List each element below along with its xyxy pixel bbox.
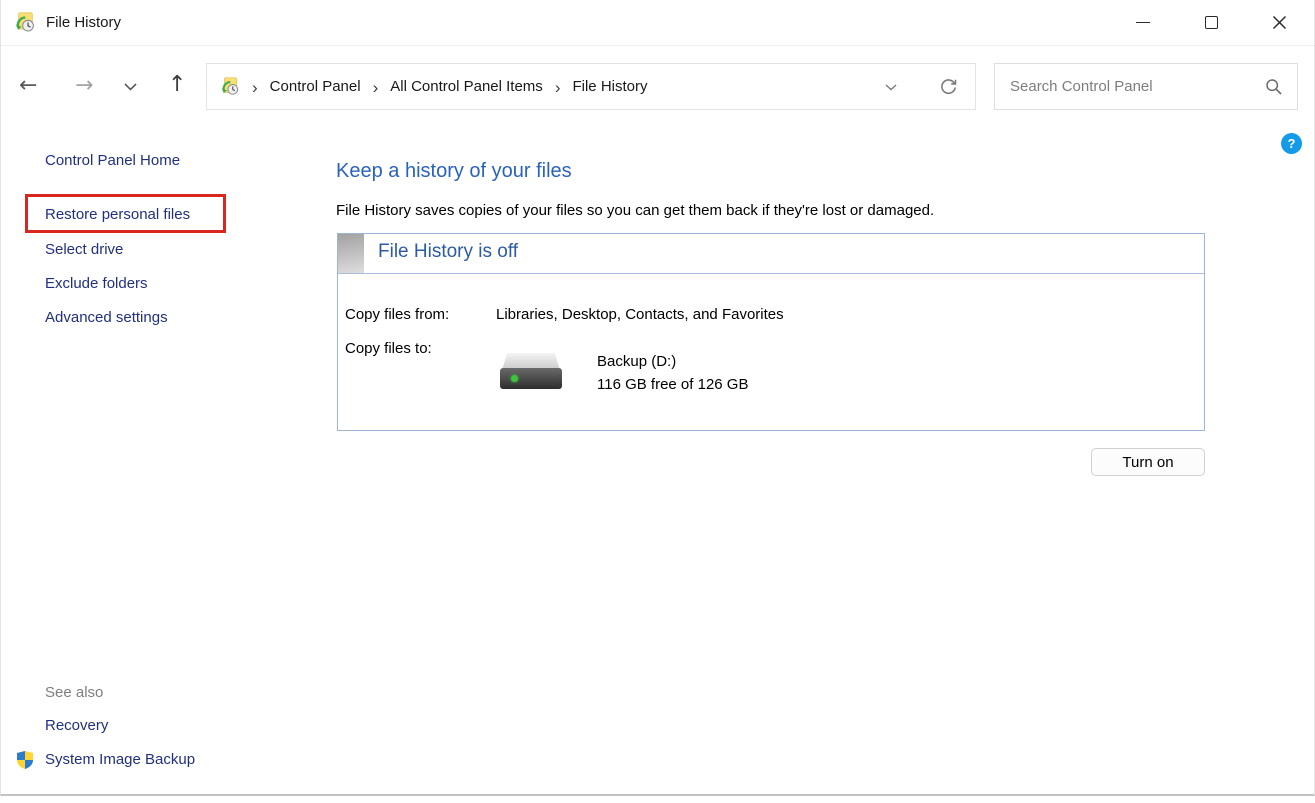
breadcrumb-file-history[interactable]: File History	[572, 78, 647, 95]
panel-corner-decoration	[338, 234, 364, 273]
see-also-heading: See also	[45, 684, 104, 701]
page-description: File History saves copies of your files …	[336, 202, 935, 219]
breadcrumb-control-panel[interactable]: Control Panel	[270, 78, 361, 95]
refresh-icon[interactable]	[937, 76, 959, 98]
close-icon	[1272, 15, 1286, 30]
copy-files-to-label: Copy files to:	[345, 340, 432, 357]
file-history-app-icon	[15, 12, 34, 32]
up-button[interactable]: ↑	[168, 74, 186, 96]
recent-locations-chevron-icon[interactable]	[123, 82, 138, 92]
sidebar-item-system-image-backup[interactable]: System Image Backup	[45, 751, 195, 768]
drive-led-indicator	[511, 375, 518, 382]
window-title: File History	[46, 14, 122, 31]
minimize-icon	[1136, 21, 1150, 24]
sidebar-item-restore-personal-files[interactable]: Restore personal files	[45, 206, 190, 223]
maximize-icon	[1204, 16, 1218, 29]
status-panel-header: File History is off	[338, 234, 1204, 274]
breadcrumb-all-control-panel-items[interactable]: All Control Panel Items	[390, 78, 543, 95]
address-bar[interactable]: › Control Panel › All Control Panel Item…	[206, 63, 976, 110]
sidebar-item-control-panel-home[interactable]: Control Panel Home	[45, 152, 180, 169]
turn-on-button[interactable]: Turn on	[1091, 448, 1205, 476]
address-dropdown-chevron-icon[interactable]	[881, 80, 901, 94]
uac-shield-icon	[17, 751, 33, 769]
hard-drive-body	[500, 368, 562, 389]
search-box	[994, 63, 1298, 110]
breadcrumb-separator-icon[interactable]: ›	[373, 78, 379, 96]
maximize-button[interactable]	[1188, 0, 1234, 45]
minimize-button[interactable]	[1120, 0, 1166, 45]
hard-drive-icon	[500, 353, 562, 389]
forward-button[interactable]: →	[75, 75, 93, 97]
sidebar-item-exclude-folders[interactable]: Exclude folders	[45, 275, 148, 292]
backup-drive-name: Backup (D:)	[597, 353, 677, 370]
copy-files-from-label: Copy files from:	[345, 306, 450, 323]
title-bar: File History	[1, 0, 1314, 46]
breadcrumb-separator-icon[interactable]: ›	[555, 78, 561, 96]
back-button[interactable]: ←	[19, 75, 37, 97]
window-controls	[1098, 0, 1314, 45]
sidebar-item-recovery[interactable]: Recovery	[45, 717, 108, 734]
search-input[interactable]	[995, 64, 1297, 109]
copy-files-from-value: Libraries, Desktop, Contacts, and Favori…	[496, 306, 784, 323]
breadcrumb-separator-icon[interactable]: ›	[252, 78, 258, 96]
search-icon[interactable]	[1265, 78, 1283, 96]
close-button[interactable]	[1256, 0, 1302, 45]
sidebar-item-select-drive[interactable]: Select drive	[45, 241, 123, 258]
sidebar-item-advanced-settings[interactable]: Advanced settings	[45, 309, 168, 326]
help-button[interactable]: ?	[1281, 133, 1302, 154]
backup-drive-free-space: 116 GB free of 126 GB	[597, 376, 749, 393]
file-history-breadcrumb-icon	[221, 77, 239, 95]
help-icon: ?	[1287, 136, 1296, 151]
page-title: Keep a history of your files	[336, 160, 572, 182]
file-history-window: File History ← → ↑ › Control Panel › All	[0, 0, 1315, 796]
status-title: File History is off	[378, 241, 519, 262]
file-history-status-panel: File History is off Copy files from: Lib…	[337, 233, 1205, 431]
